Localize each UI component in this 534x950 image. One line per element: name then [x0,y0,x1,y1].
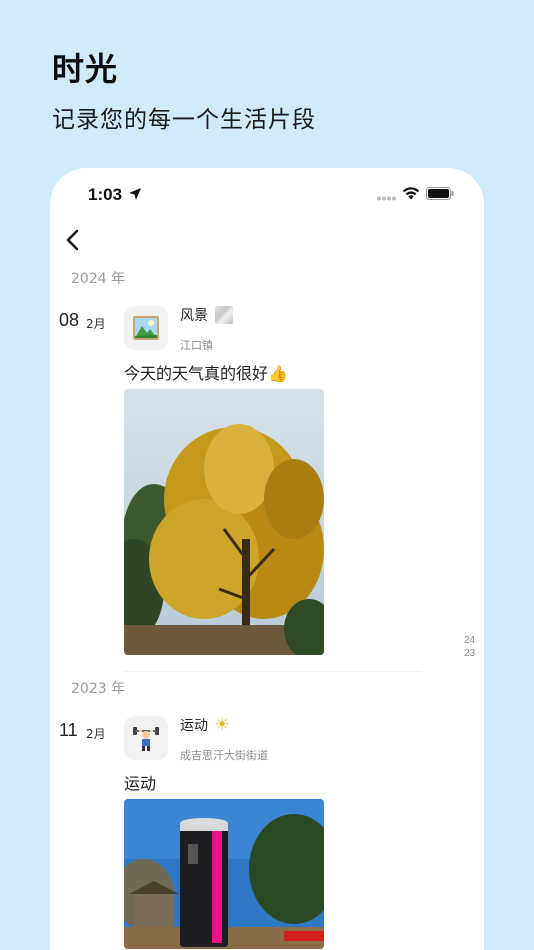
phone-screen: 1:03 2024 年 08 2月 风景 江口镇 今天的天气真的很好👍 24 2… [50,168,484,950]
year-label: 2024 年 [71,271,126,287]
entry-text: 运动 [124,774,157,793]
entry-avatar[interactable] [124,306,168,350]
landscape-icon [133,316,159,340]
location-arrow-icon [129,188,141,200]
status-time: 1:03 [88,185,123,204]
entry-title-text: 风景 [180,308,208,324]
entry-photo[interactable] [124,799,324,949]
entry-photo[interactable] [124,389,324,655]
entry-title: 运动 ☀ [180,715,230,735]
side-stat: 24 23 [464,634,475,660]
hero-title: 时光 [52,50,119,88]
battery-icon [426,187,454,200]
weightlifter-icon [133,727,159,751]
sports-drink-photo [124,799,324,949]
entry-month: 2月 [86,727,106,741]
entry-day: 11 [59,720,78,740]
divider [124,671,422,672]
entry-month: 2月 [86,317,106,331]
entry-location: 成吉思汗大街街道 [180,749,268,762]
year-label: 2023 年 [71,681,126,697]
signal-icon [377,196,396,201]
side-stat-top: 24 [464,635,476,646]
mosaic-icon [215,306,234,324]
ginkgo-tree-photo [124,389,324,655]
entry-text: 今天的天气真的很好👍 [124,364,288,383]
status-bar: 1:03 [50,168,484,222]
side-stat-bottom: 23 [464,648,476,659]
hero-subtitle: 记录您的每一个生活片段 [52,107,316,133]
entry-location: 江口镇 [180,339,213,352]
entry-avatar[interactable] [124,716,168,760]
sun-icon: ☀ [214,715,230,735]
entry-title-text: 运动 [180,718,208,734]
wifi-icon [402,187,420,200]
entry-day: 08 [59,310,80,330]
entry-title: 风景 [180,305,234,325]
back-chevron-icon[interactable] [64,228,82,252]
